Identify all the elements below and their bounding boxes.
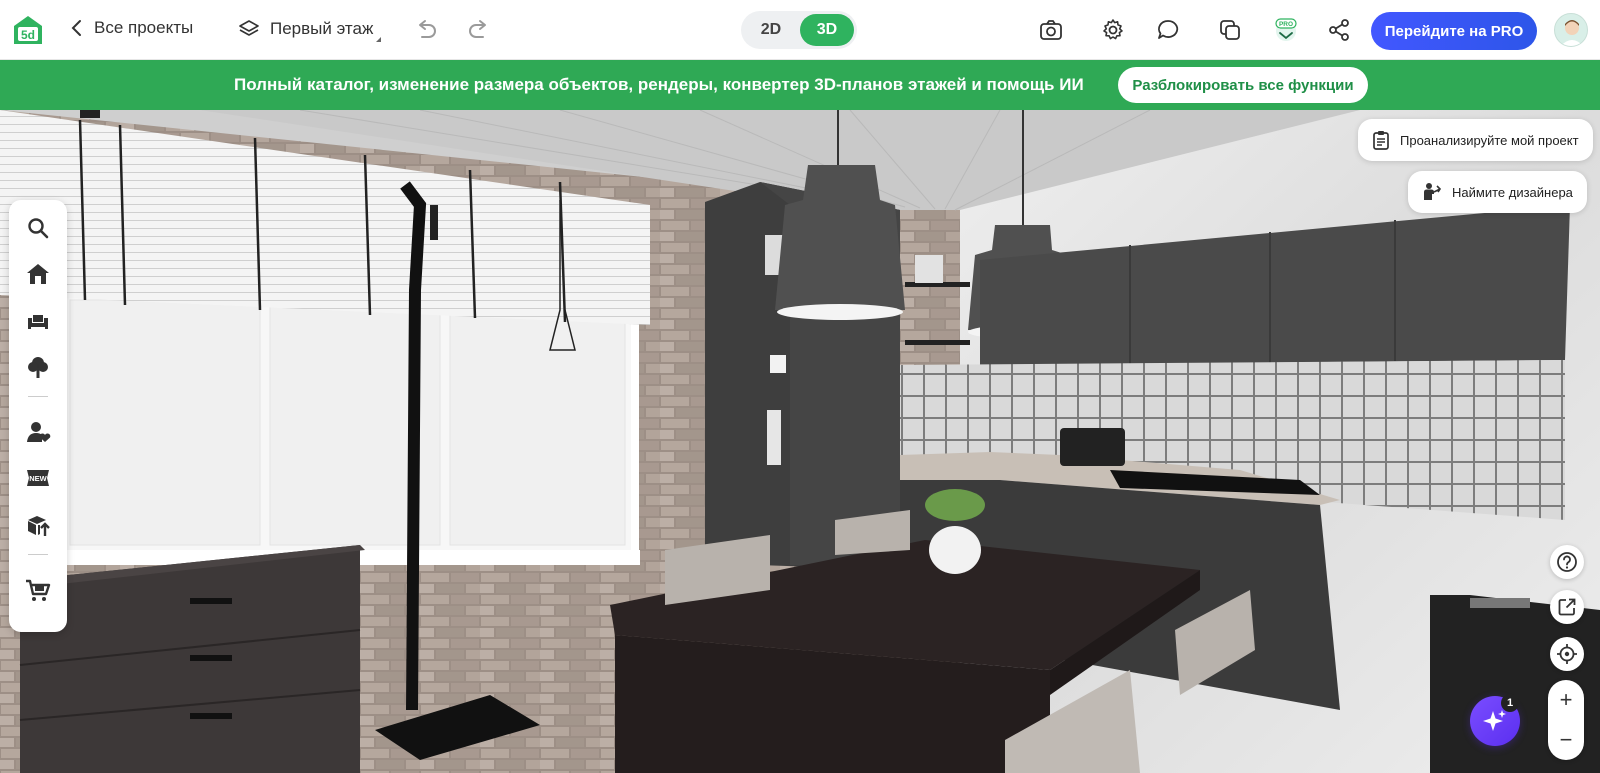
furniture-icon — [28, 315, 48, 329]
help-button[interactable] — [1550, 545, 1584, 579]
toggle-2d[interactable]: 2D — [744, 14, 798, 46]
open-external-button[interactable] — [1550, 590, 1584, 624]
shop-button[interactable] — [24, 576, 52, 604]
back-to-projects[interactable]: Все проекты — [70, 18, 193, 38]
floor-label: Первый этаж — [270, 19, 374, 38]
left-toolbar: NEW — [9, 200, 67, 632]
zoom-control: + − — [1548, 680, 1584, 760]
floor-selector[interactable]: Первый этаж — [238, 18, 382, 42]
favorites-icon — [27, 422, 51, 442]
planner5d-logo[interactable]: 5d — [12, 14, 44, 46]
top-bar: 5d Все проекты Первый этаж 2D 3D PRO Пер… — [0, 0, 1600, 60]
view-mode-toggle: 2D 3D — [741, 11, 857, 49]
unlock-all-button[interactable]: Разблокировать все функции — [1118, 67, 1368, 103]
svg-text:NEW: NEW — [29, 474, 47, 483]
promo-banner: Полный каталог, изменение размера объект… — [0, 60, 1600, 110]
zoom-in-button[interactable]: + — [1548, 680, 1584, 720]
share-icon[interactable] — [1327, 18, 1351, 42]
pro-features-icon[interactable]: PRO — [1272, 16, 1300, 44]
user-avatar-icon — [1560, 20, 1584, 46]
redo-icon[interactable] — [467, 19, 491, 41]
analyze-label: Проанализируйте мой проект — [1400, 132, 1579, 148]
sparkle-icon — [1483, 710, 1506, 731]
clipboard-icon — [1373, 131, 1389, 150]
designer-label: Наймите дизайнера — [1452, 184, 1573, 200]
back-label: Все проекты — [94, 18, 194, 37]
crosshair-icon — [1557, 644, 1577, 664]
toggle-3d[interactable]: 3D — [800, 14, 854, 46]
zoom-out-button[interactable]: − — [1548, 720, 1584, 760]
chevron-left-icon — [71, 20, 81, 36]
favorites-button[interactable] — [24, 418, 52, 446]
upload-model-button[interactable] — [24, 511, 52, 539]
exterior-button[interactable] — [24, 353, 52, 381]
avatar[interactable] — [1554, 13, 1588, 47]
promo-text: Полный каталог, изменение размера объект… — [234, 75, 1084, 94]
catalog-search-button[interactable] — [24, 214, 52, 242]
chat-icon[interactable] — [1156, 18, 1180, 42]
search-icon — [28, 218, 49, 239]
box-upload-icon — [28, 516, 50, 536]
go-pro-button[interactable]: Перейдите на PRO — [1371, 12, 1537, 50]
ai-notification-badge: 1 — [1501, 694, 1519, 712]
new-icon: NEW — [27, 470, 49, 486]
external-link-icon — [1558, 598, 1576, 616]
svg-text:PRO: PRO — [1279, 21, 1293, 28]
gear-icon[interactable] — [1101, 18, 1125, 42]
analyze-project-button[interactable]: Проанализируйте мой проект — [1358, 119, 1593, 161]
camera-icon[interactable] — [1039, 18, 1063, 42]
furniture-button[interactable] — [24, 307, 52, 335]
dropdown-corner-icon — [376, 37, 382, 42]
rooms-button[interactable] — [24, 260, 52, 288]
new-items-button[interactable]: NEW — [24, 464, 52, 492]
shop-icon — [26, 579, 51, 601]
toolbar-divider — [28, 554, 48, 555]
tree-icon — [28, 357, 48, 378]
designer-icon — [1424, 183, 1442, 200]
layers-icon — [239, 20, 259, 36]
svg-text:5d: 5d — [21, 28, 35, 42]
help-icon — [1557, 552, 1577, 572]
toolbar-divider — [28, 396, 48, 397]
home-icon — [27, 264, 49, 284]
undo-icon[interactable] — [414, 19, 438, 41]
recenter-button[interactable] — [1550, 637, 1584, 671]
hire-designer-button[interactable]: Наймите дизайнера — [1408, 171, 1587, 213]
3d-viewport[interactable] — [0, 110, 1600, 773]
copy-icon[interactable] — [1218, 18, 1242, 42]
